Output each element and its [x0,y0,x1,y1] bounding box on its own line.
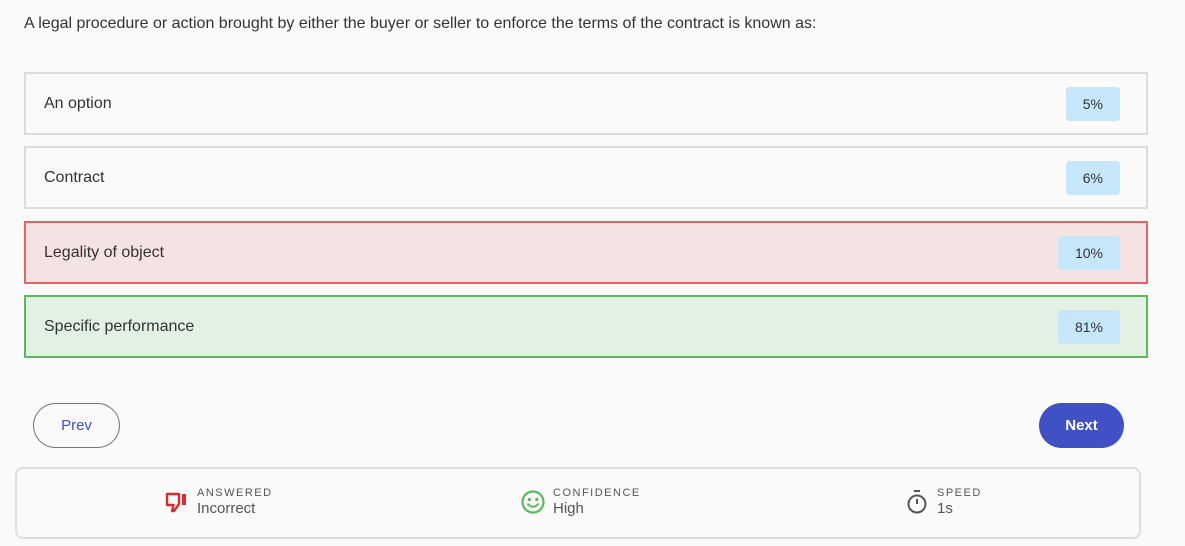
stat-value: High [553,500,584,517]
answer-option-2[interactable]: Contract 6% [24,146,1148,209]
stat-value: 1s [937,500,953,517]
prev-button[interactable]: Prev [33,403,120,448]
stat-answered: ANSWERED Incorrect [163,487,273,517]
stat-speed: SPEED 1s [903,487,982,517]
stat-value: Incorrect [197,500,256,517]
answer-option-label: Contract [44,168,105,186]
stat-key: CONFIDENCE [553,487,641,499]
answer-option-3[interactable]: Legality of object 10% [24,221,1148,284]
smiley-icon [519,488,547,516]
stat-key: ANSWERED [197,487,273,499]
answer-option-4[interactable]: Specific performance 81% [24,295,1148,358]
answer-option-1[interactable]: An option 5% [24,72,1148,135]
next-button[interactable]: Next [1039,403,1124,448]
answer-option-label: Specific performance [44,317,195,335]
answer-percent-badge: 5% [1065,86,1120,121]
answer-option-label: An option [44,94,112,112]
stopwatch-icon [903,488,931,516]
answer-option-label: Legality of object [44,243,165,261]
question-text: A legal procedure or action brought by e… [24,15,817,32]
thumbs-down-icon [163,488,191,516]
answer-percent-badge: 10% [1057,235,1120,270]
stats-panel: ANSWERED Incorrect CONFIDENCE High SPEED… [15,467,1141,539]
stat-key: SPEED [937,487,982,499]
stat-confidence: CONFIDENCE High [519,487,641,517]
answer-percent-badge: 6% [1065,160,1120,195]
answer-percent-badge: 81% [1057,309,1120,344]
